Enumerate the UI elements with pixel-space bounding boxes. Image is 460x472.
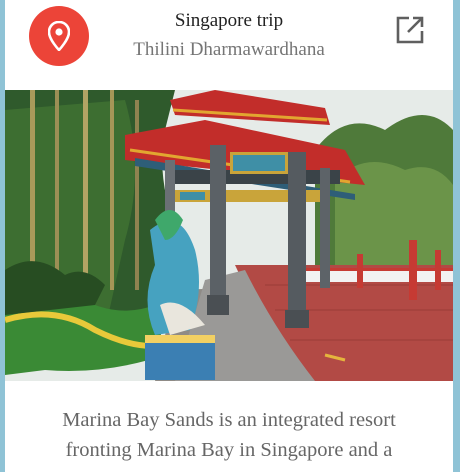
open-in-new-icon (396, 16, 424, 44)
card-title: Singapore trip (174, 10, 284, 31)
post-image (5, 90, 453, 381)
card-header: Singapore trip Thilini Dharmawardhana (5, 0, 453, 90)
post-card: Singapore trip Thilini Dharmawardhana Ma… (5, 0, 453, 472)
open-in-new-button[interactable] (395, 15, 425, 45)
card-author: Thilini Dharmawardhana (133, 39, 325, 60)
post-description: Marina Bay Sands is an integrated resort… (62, 409, 396, 461)
